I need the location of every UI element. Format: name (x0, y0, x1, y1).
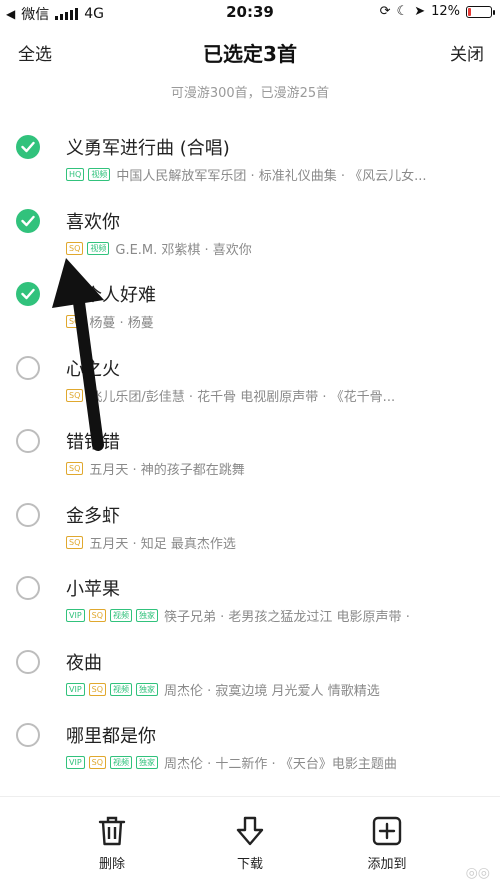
close-button[interactable]: 关闭 (450, 40, 484, 65)
download-arrow-icon (236, 816, 264, 846)
unchecked-circle-icon[interactable] (16, 723, 40, 747)
quality-badge: 独家 (136, 756, 159, 769)
song-meta: SQ 飞儿乐团/彭佳慧 · 花千骨 电视剧原声带 · 《花千骨... (66, 386, 490, 405)
song-title: 错错错 (66, 432, 120, 453)
quality-badge: 独家 (136, 682, 159, 696)
nav-bar: 全选 已选定3首 关闭 (0, 26, 500, 76)
song-title: 心之火 (66, 358, 120, 380)
song-meta: VIP SQ 视频 独家 筷子兄弟 · 老男孩之猛龙过江 电影原声带 · (66, 606, 490, 625)
song-row[interactable]: 喜欢你 SQ 视频 G.E.M. 邓紫棋 · 喜欢你 (0, 184, 500, 258)
unchecked-circle-icon[interactable] (16, 649, 40, 674)
song-row[interactable]: 哪里都是你 VIP SQ 视频 独家 周杰伦 · 十二新作 · 《天台》电影主题曲 (0, 698, 500, 772)
artist-album-text: G.E.M. 邓紫棋 · 喜欢你 (115, 242, 252, 258)
battery-percent: 12% (431, 4, 460, 19)
artist-album-text: 周杰伦 · 寂寞边境 月光爱人 情歌精选 (164, 683, 380, 699)
moon-icon: ☾ (396, 4, 409, 19)
checked-circle-icon[interactable] (16, 208, 40, 233)
song-row[interactable]: 夜曲 VIP SQ 视频 独家 周杰伦 · 寂寞边境 月光爱人 情歌精选 (0, 625, 500, 699)
song-title: 一个人好难 (66, 285, 156, 306)
song-row[interactable]: 义勇军进行曲 (合唱) HQ 视频 中国人民解放军军乐团 · 标准礼仪曲集 · 《风云… (0, 110, 500, 184)
quality-badge: 独家 (136, 609, 159, 622)
song-list: 义勇军进行曲 (合唱) HQ 视频 中国人民解放军军乐团 · 标准礼仪曲集 · 《风云… (0, 110, 500, 772)
download-label: 下载 (236, 857, 263, 872)
artist-album-text: 筷子兄弟 · 老男孩之猛龙过江 电影原声带 · (164, 610, 410, 625)
quality-badge: SQ (66, 462, 84, 475)
quality-badge: HQ (66, 168, 85, 181)
song-title: 金多虾 (66, 505, 120, 527)
battery-icon (466, 5, 495, 18)
checked-circle-icon[interactable] (16, 282, 40, 306)
unchecked-circle-icon[interactable] (16, 355, 40, 380)
song-row[interactable]: 一个人好难 SQ 杨蔓 · 杨蔓 (0, 257, 500, 331)
quality-badge: VIP (66, 756, 85, 769)
quality-badge: SQ (66, 388, 84, 402)
quality-badge: SQ (66, 241, 84, 255)
location-icon: ➤ (414, 4, 426, 19)
song-title: 夜曲 (66, 652, 102, 674)
add-to-button[interactable]: 添加到 (347, 815, 427, 872)
roaming-info: 可漫游300首，已漫游25首 (170, 86, 330, 101)
song-meta: SQ 五月天 · 神的孩子都在跳舞 (66, 459, 490, 478)
song-meta: SQ 五月天 · 知足 最真杰作选 (66, 533, 490, 552)
bottom-toolbar: 删除 下载 添加到 (0, 796, 500, 890)
quality-badge: SQ (66, 535, 84, 549)
song-title: 小苹果 (66, 579, 120, 600)
song-row[interactable]: 心之火 SQ 飞儿乐团/彭佳慧 · 花千骨 电视剧原声带 · 《花千骨... (0, 331, 500, 405)
song-title: 喜欢你 (66, 211, 120, 233)
add-to-label: 添加到 (367, 857, 407, 872)
artist-album-text: 中国人民解放军军乐团 · 标准礼仪曲集 · 《风云儿女... (116, 169, 427, 184)
unchecked-circle-icon[interactable] (16, 502, 40, 527)
checked-circle-icon[interactable] (16, 135, 40, 159)
artist-album-text: 五月天 · 神的孩子都在跳舞 (89, 463, 245, 478)
song-meta: SQ 视频 G.E.M. 邓紫棋 · 喜欢你 (66, 239, 490, 258)
status-right: ⟳ ☾ ➤ 12% (379, 4, 495, 19)
quality-badge: SQ (88, 756, 107, 769)
song-meta: SQ 杨蔓 · 杨蔓 (66, 312, 490, 331)
quality-badge: 视频 (110, 682, 133, 696)
quality-badge: VIP (66, 682, 85, 696)
quality-badge: SQ (88, 609, 107, 622)
quality-badge: SQ (88, 682, 107, 696)
unchecked-circle-icon[interactable] (16, 429, 40, 453)
status-bar: ◀ 微信 4G 20:39 ⟳ ☾ ➤ 12% (0, 0, 500, 26)
quality-badge: 视频 (110, 609, 133, 622)
artist-album-text: 五月天 · 知足 最真杰作选 (89, 536, 236, 552)
quality-badge: 视频 (88, 168, 111, 181)
song-title: 哪里都是你 (66, 726, 156, 747)
song-meta: HQ 视频 中国人民解放军军乐团 · 标准礼仪曲集 · 《风云儿女... (66, 165, 490, 184)
song-meta: VIP SQ 视频 独家 周杰伦 · 十二新作 · 《天台》电影主题曲 (66, 753, 490, 772)
lock-rotation-icon: ⟳ (379, 4, 391, 19)
song-meta: VIP SQ 视频 独家 周杰伦 · 寂寞边境 月光爱人 情歌精选 (66, 680, 490, 699)
artist-album-text: 飞儿乐团/彭佳慧 · 花千骨 电视剧原声带 · 《花千骨... (89, 389, 396, 405)
add-plus-icon (372, 816, 402, 846)
delete-button[interactable]: 删除 (72, 815, 152, 872)
song-row[interactable]: 小苹果 VIP SQ 视频 独家 筷子兄弟 · 老男孩之猛龙过江 电影原声带 · (0, 551, 500, 625)
artist-album-text: 周杰伦 · 十二新作 · 《天台》电影主题曲 (164, 757, 397, 772)
watermark-logo-icon: ◎◎ (465, 865, 490, 881)
song-row[interactable]: 错错错 SQ 五月天 · 神的孩子都在跳舞 (0, 404, 500, 478)
download-button[interactable]: 下载 (210, 815, 290, 872)
artist-album-text: 杨蔓 · 杨蔓 (89, 316, 154, 331)
trash-icon (98, 816, 126, 846)
quality-badge: 视频 (87, 241, 110, 255)
delete-label: 删除 (98, 857, 125, 872)
unchecked-circle-icon[interactable] (16, 576, 40, 600)
quality-badge: SQ (66, 315, 84, 328)
song-row[interactable]: 金多虾 SQ 五月天 · 知足 最真杰作选 (0, 478, 500, 552)
song-title: 义勇军进行曲 (合唱) (66, 138, 230, 159)
page-title: 已选定3首 (203, 42, 297, 66)
quality-badge: 视频 (110, 756, 133, 769)
quality-badge: VIP (66, 609, 85, 622)
